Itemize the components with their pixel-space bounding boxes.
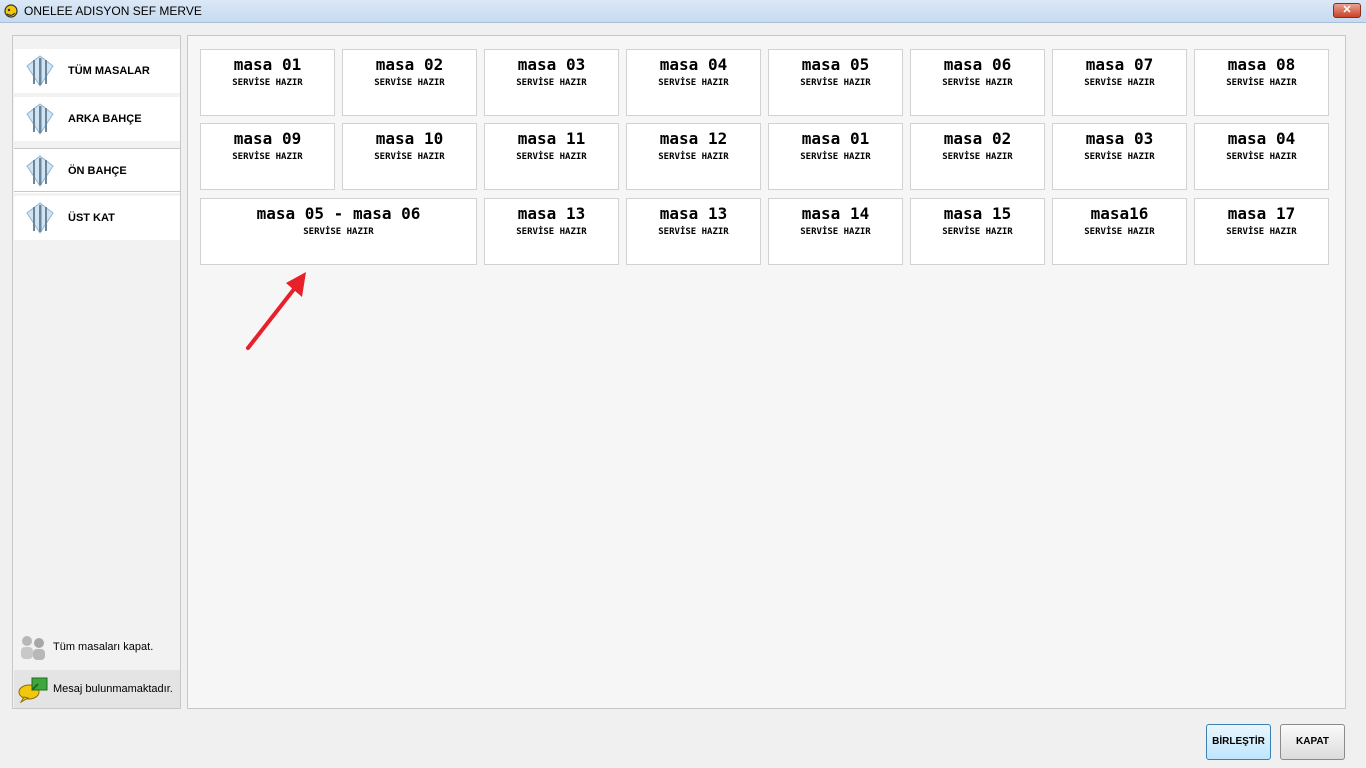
table-status: SERVİSE HAZIR bbox=[516, 227, 587, 237]
table-status: SERVİSE HAZIR bbox=[303, 227, 374, 237]
divider bbox=[14, 191, 180, 192]
table-card[interactable]: masa 17 SERVİSE HAZIR bbox=[1194, 198, 1329, 265]
table-name: masa 02 bbox=[375, 55, 444, 74]
table-status: SERVİSE HAZIR bbox=[1084, 227, 1155, 237]
table-name: masa 11 bbox=[517, 129, 586, 148]
table-card[interactable]: masa 12 SERVİSE HAZIR bbox=[626, 123, 761, 190]
table-name: masa 07 bbox=[1085, 55, 1154, 74]
table-status: SERVİSE HAZIR bbox=[1084, 152, 1155, 162]
table-name: masa 15 bbox=[943, 204, 1012, 223]
sidebar: TÜM MASALAR ARKA BAHÇE ÖN BAHÇE ÜST KAT bbox=[12, 35, 181, 709]
table-card[interactable]: masa 01 SERVİSE HAZIR bbox=[768, 123, 903, 190]
table-card[interactable]: masa 13 SERVİSE HAZIR bbox=[626, 198, 761, 265]
table-name: masa 05 - masa 06 bbox=[256, 204, 421, 223]
red-arrow-annotation bbox=[246, 272, 306, 350]
table-name: masa 03 bbox=[1085, 129, 1154, 148]
table-status: SERVİSE HAZIR bbox=[374, 152, 445, 162]
table-card[interactable]: masa 04 SERVİSE HAZIR bbox=[626, 49, 761, 116]
table-card[interactable]: masa 06 SERVİSE HAZIR bbox=[910, 49, 1045, 116]
table-name: masa 05 bbox=[801, 55, 870, 74]
table-name: masa 04 bbox=[659, 55, 728, 74]
table-card[interactable]: masa 03 SERVİSE HAZIR bbox=[484, 49, 619, 116]
table-name: masa 02 bbox=[943, 129, 1012, 148]
table-status: SERVİSE HAZIR bbox=[374, 78, 445, 88]
table-card[interactable]: masa 09 SERVİSE HAZIR bbox=[200, 123, 335, 190]
table-card[interactable]: masa 15 SERVİSE HAZIR bbox=[910, 198, 1045, 265]
close-all-tables-link[interactable]: Tüm masaları kapat. bbox=[14, 628, 180, 666]
table-status: SERVİSE HAZIR bbox=[1226, 78, 1297, 88]
sidebar-item-label: TÜM MASALAR bbox=[68, 65, 150, 77]
table-name: masa 17 bbox=[1227, 204, 1296, 223]
table-status: SERVİSE HAZIR bbox=[1226, 152, 1297, 162]
table-status: SERVİSE HAZIR bbox=[658, 78, 729, 88]
table-card[interactable]: masa 05 - masa 06 SERVİSE HAZIR bbox=[200, 198, 477, 265]
cutlery-icon bbox=[26, 55, 54, 87]
table-status: SERVİSE HAZIR bbox=[942, 152, 1013, 162]
table-status: SERVİSE HAZIR bbox=[800, 78, 871, 88]
people-icon bbox=[21, 636, 45, 660]
table-card[interactable]: masa16 SERVİSE HAZIR bbox=[1052, 198, 1187, 265]
table-name: masa 14 bbox=[801, 204, 870, 223]
sidebar-item-ust-kat[interactable]: ÜST KAT bbox=[14, 196, 180, 240]
message-bubble-icon bbox=[18, 677, 48, 703]
table-status: SERVİSE HAZIR bbox=[1226, 227, 1297, 237]
window-close-button[interactable]: ✕ bbox=[1333, 3, 1361, 18]
cutlery-icon bbox=[26, 155, 54, 187]
table-card[interactable]: masa 14 SERVİSE HAZIR bbox=[768, 198, 903, 265]
sidebar-item-label: ARKA BAHÇE bbox=[68, 113, 142, 125]
table-name: masa 01 bbox=[801, 129, 870, 148]
table-name: masa 09 bbox=[233, 129, 302, 148]
table-card[interactable]: masa 11 SERVİSE HAZIR bbox=[484, 123, 619, 190]
table-status: SERVİSE HAZIR bbox=[232, 78, 303, 88]
table-name: masa 13 bbox=[659, 204, 728, 223]
table-status: SERVİSE HAZIR bbox=[1084, 78, 1155, 88]
table-card[interactable]: masa 07 SERVİSE HAZIR bbox=[1052, 49, 1187, 116]
merge-button[interactable]: BİRLEŞTİR bbox=[1206, 724, 1271, 760]
table-status: SERVİSE HAZIR bbox=[800, 152, 871, 162]
message-status: Mesaj bulunmamaktadır. bbox=[14, 670, 180, 708]
table-card[interactable]: masa 05 SERVİSE HAZIR bbox=[768, 49, 903, 116]
table-card[interactable]: masa 02 SERVİSE HAZIR bbox=[910, 123, 1045, 190]
close-button[interactable]: KAPAT bbox=[1280, 724, 1345, 760]
sidebar-item-label: ÜST KAT bbox=[68, 212, 115, 224]
table-card[interactable]: masa 02 SERVİSE HAZIR bbox=[342, 49, 477, 116]
table-status: SERVİSE HAZIR bbox=[658, 152, 729, 162]
sidebar-item-arka-bahce[interactable]: ARKA BAHÇE bbox=[14, 97, 180, 141]
cutlery-icon bbox=[26, 103, 54, 135]
table-card[interactable]: masa 08 SERVİSE HAZIR bbox=[1194, 49, 1329, 116]
table-name: masa 13 bbox=[517, 204, 586, 223]
table-status: SERVİSE HAZIR bbox=[658, 227, 729, 237]
table-card[interactable]: masa 03 SERVİSE HAZIR bbox=[1052, 123, 1187, 190]
table-name: masa 08 bbox=[1227, 55, 1296, 74]
table-status: SERVİSE HAZIR bbox=[942, 78, 1013, 88]
table-name: masa 10 bbox=[375, 129, 444, 148]
message-label: Mesaj bulunmamaktadır. bbox=[53, 683, 173, 695]
table-status: SERVİSE HAZIR bbox=[232, 152, 303, 162]
table-card[interactable]: masa 10 SERVİSE HAZIR bbox=[342, 123, 477, 190]
table-card[interactable]: masa 04 SERVİSE HAZIR bbox=[1194, 123, 1329, 190]
table-name: masa16 bbox=[1090, 204, 1149, 223]
table-name: masa 03 bbox=[517, 55, 586, 74]
table-status: SERVİSE HAZIR bbox=[942, 227, 1013, 237]
sidebar-item-tum-masalar[interactable]: TÜM MASALAR bbox=[14, 49, 180, 93]
table-status: SERVİSE HAZIR bbox=[800, 227, 871, 237]
sidebar-item-label: ÖN BAHÇE bbox=[68, 165, 127, 177]
app-logo-icon bbox=[4, 4, 18, 18]
table-card[interactable]: masa 01 SERVİSE HAZIR bbox=[200, 49, 335, 116]
table-status: SERVİSE HAZIR bbox=[516, 78, 587, 88]
table-card[interactable]: masa 13 SERVİSE HAZIR bbox=[484, 198, 619, 265]
window-title: ONELEE ADISYON SEF MERVE bbox=[24, 4, 202, 18]
table-name: masa 04 bbox=[1227, 129, 1296, 148]
table-name: masa 01 bbox=[233, 55, 302, 74]
table-name: masa 12 bbox=[659, 129, 728, 148]
title-bar: ONELEE ADISYON SEF MERVE ✕ bbox=[0, 0, 1366, 23]
close-all-label: Tüm masaları kapat. bbox=[53, 641, 154, 653]
table-status: SERVİSE HAZIR bbox=[516, 152, 587, 162]
cutlery-icon bbox=[26, 202, 54, 234]
tables-panel: masa 01 SERVİSE HAZIR masa 02 SERVİSE HAZIR… bbox=[187, 35, 1346, 709]
table-name: masa 06 bbox=[943, 55, 1012, 74]
sidebar-item-on-bahce[interactable]: ÖN BAHÇE bbox=[14, 149, 180, 193]
